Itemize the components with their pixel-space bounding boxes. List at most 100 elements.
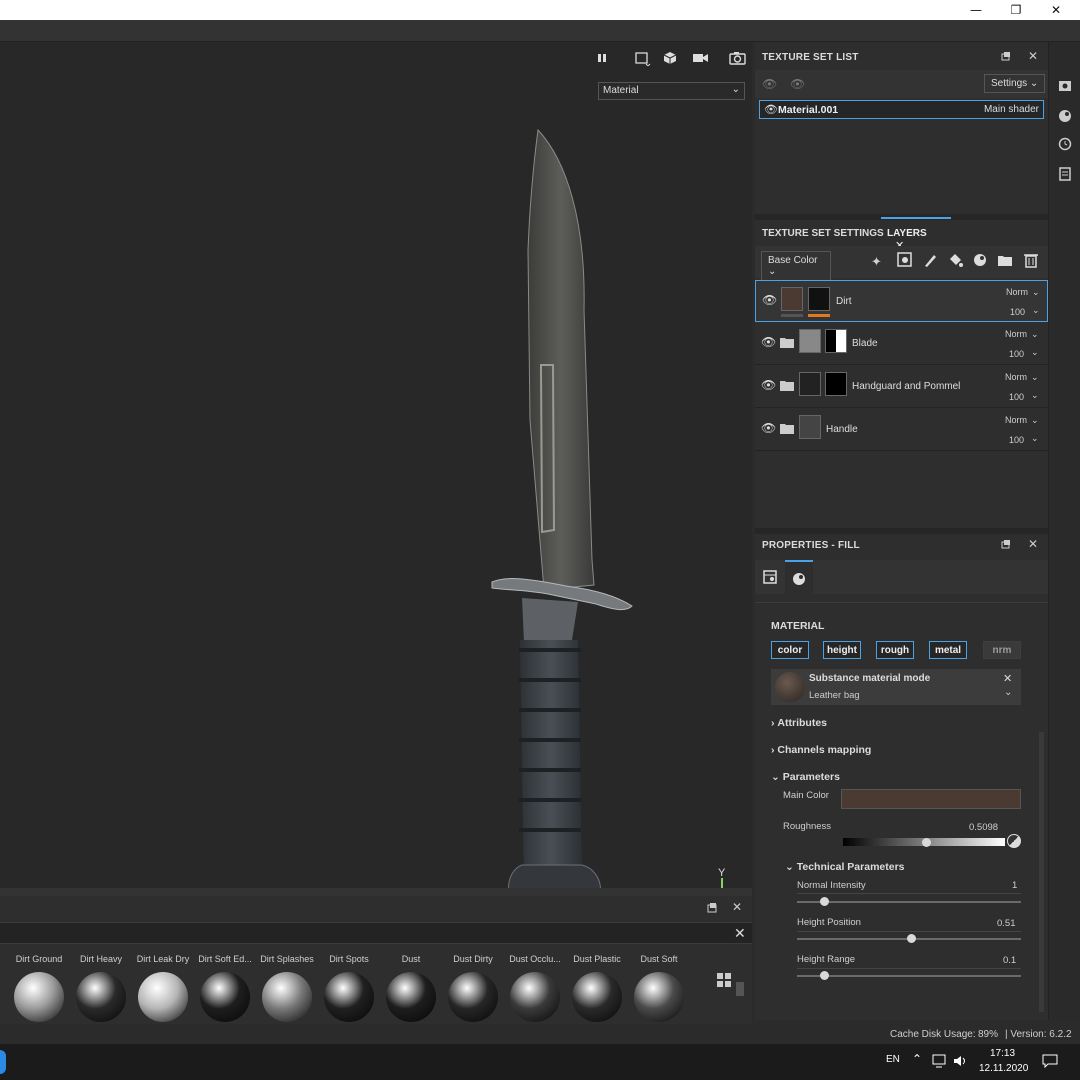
blend-mode[interactable]: Norm	[1005, 415, 1027, 425]
properties-scrollbar[interactable]	[1039, 732, 1044, 1012]
eye-icon[interactable]: 👁	[761, 421, 776, 435]
main-color-swatch[interactable]	[841, 789, 1021, 809]
clock-date[interactable]: 12.11.2020	[979, 1063, 1028, 1074]
blend-mode[interactable]: Norm	[1005, 329, 1027, 339]
close-shelf-icon[interactable]: ✕	[732, 900, 742, 914]
display-settings-icon[interactable]	[1049, 74, 1080, 98]
layer-opacity[interactable]: 100	[1009, 392, 1024, 402]
shelf-item-label: Dust	[401, 954, 421, 964]
blend-mode[interactable]: Norm	[1005, 372, 1027, 382]
eye-icon[interactable]: 👁	[790, 77, 805, 91]
height-range-value[interactable]: 0.1	[1003, 955, 1016, 966]
texture-set-toolbar: 👁 👁 Settings ⌄	[755, 70, 1048, 98]
layer-opacity[interactable]: 100	[1010, 307, 1025, 317]
2d-view-icon[interactable]	[632, 48, 654, 68]
mask-thumbnail[interactable]	[825, 372, 847, 396]
tab-layers[interactable]: LAYERS ✕	[881, 217, 951, 252]
paint-brush-icon[interactable]	[922, 252, 938, 271]
notifications-icon[interactable]	[1042, 1054, 1058, 1071]
layer-opacity[interactable]: 100	[1009, 435, 1024, 445]
fill-settings-icon[interactable]	[763, 570, 777, 587]
tab-texture-set-settings[interactable]: TEXTURE SET SETTINGS	[762, 228, 884, 239]
layer-opacity[interactable]: 100	[1009, 349, 1024, 359]
fill-bucket-icon[interactable]	[947, 252, 963, 271]
texture-set-item[interactable]: 👁 Material.001 Main shader	[759, 100, 1044, 119]
close-panel-icon[interactable]: ✕	[1028, 49, 1038, 63]
layer-row-handguard[interactable]: 👁 Handguard and Pommel Norm ⌄ 100 ⌄	[755, 366, 1048, 408]
layer-row-blade[interactable]: 👁 Blade Norm ⌄ 100 ⌄	[755, 323, 1048, 365]
layer-row-dirt[interactable]: 👁 Dirt Norm ⌄ 100 ⌄	[755, 280, 1048, 322]
clear-search-icon[interactable]: ✕	[734, 925, 746, 942]
chevron-down-icon: ⌄	[1031, 433, 1039, 443]
roughness-slider[interactable]	[843, 838, 1005, 847]
roughness-slider-handle[interactable]	[922, 838, 931, 847]
mask-thumbnail[interactable]	[825, 329, 847, 353]
grid-view-icon[interactable]	[716, 972, 732, 991]
volume-icon[interactable]	[953, 1054, 969, 1071]
channel-rough-toggle[interactable]: rough	[876, 641, 914, 659]
height-position-value[interactable]: 0.51	[997, 918, 1016, 929]
settings-dropdown[interactable]: Settings ⌄	[984, 74, 1046, 93]
undock-icon[interactable]	[1001, 540, 1011, 553]
texture-set-shader: Main shader	[983, 104, 1039, 115]
parameters-section[interactable]: ⌄ Parameters	[771, 771, 840, 783]
roughness-value[interactable]: 0.5098	[969, 822, 998, 833]
screenshot-camera-icon[interactable]	[727, 48, 749, 68]
substance-mode-label: Substance material mode	[809, 673, 931, 684]
normal-intensity-slider[interactable]	[797, 897, 1021, 906]
add-mask-icon[interactable]	[897, 252, 913, 271]
eye-icon[interactable]: 👁	[764, 103, 778, 116]
network-icon[interactable]	[932, 1054, 948, 1071]
smart-material-icon[interactable]	[972, 252, 988, 271]
trash-icon[interactable]	[1023, 252, 1039, 271]
clock-time[interactable]: 17:13	[990, 1048, 1015, 1059]
history-icon[interactable]	[1049, 132, 1080, 156]
substance-material-box[interactable]: Substance material mode Leather bag ✕ ⌄	[771, 669, 1021, 705]
restore-button[interactable]: ❐	[996, 0, 1036, 20]
taskbar-app-icon[interactable]	[0, 1050, 6, 1074]
normal-intensity-value[interactable]: 1	[1012, 880, 1017, 891]
close-window-button[interactable]: ✕	[1036, 0, 1076, 20]
close-panel-icon[interactable]: ✕	[1028, 537, 1038, 551]
eye-icon[interactable]: 👁	[762, 293, 777, 307]
channel-select[interactable]: Base Color ⌄	[761, 251, 831, 281]
chevron-down-icon[interactable]: ⌄	[1004, 687, 1012, 698]
height-position-slider[interactable]	[797, 934, 1021, 943]
shelf-search-bar[interactable]: ✕	[0, 922, 752, 944]
channel-color-toggle[interactable]: color	[771, 641, 809, 659]
channel-metal-toggle[interactable]: metal	[929, 641, 967, 659]
3d-cube-icon[interactable]	[660, 48, 682, 68]
shelf-scrollbar[interactable]	[736, 982, 744, 996]
pause-icon[interactable]	[591, 48, 613, 68]
magic-wand-icon[interactable]: ✦	[871, 254, 882, 270]
undock-icon[interactable]	[706, 902, 718, 914]
eye-icon[interactable]: 👁	[761, 335, 776, 349]
minimize-button[interactable]: —	[956, 0, 996, 20]
viewport-mode-select[interactable]: Material ⌄	[598, 82, 745, 100]
height-range-slider-handle[interactable]	[820, 971, 829, 980]
mask-thumbnail[interactable]	[808, 287, 830, 311]
undock-icon[interactable]	[1001, 52, 1011, 65]
attributes-section[interactable]: › Attributes	[771, 717, 827, 729]
channel-height-toggle[interactable]: height	[823, 641, 861, 659]
random-seed-icon[interactable]	[1007, 834, 1021, 848]
height-position-slider-handle[interactable]	[907, 934, 916, 943]
normal-intensity-slider-handle[interactable]	[820, 897, 829, 906]
height-range-slider[interactable]	[797, 971, 1021, 980]
channel-nrm-toggle[interactable]: nrm	[983, 641, 1021, 659]
blend-mode[interactable]: Norm	[1006, 287, 1028, 297]
log-icon[interactable]	[1049, 162, 1080, 186]
hide-eye-icon[interactable]: 👁	[762, 77, 777, 91]
layer-row-handle[interactable]: 👁 Handle Norm ⌄ 100 ⌄	[755, 409, 1048, 451]
folder-icon[interactable]	[997, 252, 1013, 271]
channels-mapping-section[interactable]: › Channels mapping	[771, 744, 871, 756]
remove-material-icon[interactable]: ✕	[1003, 672, 1012, 685]
eye-icon[interactable]: 👁	[761, 378, 776, 392]
3d-viewport[interactable]: Material ⌄ Y	[0, 42, 752, 911]
chevron-up-icon[interactable]: ⌃	[912, 1052, 922, 1066]
material-tab[interactable]	[785, 560, 813, 594]
technical-parameters-section[interactable]: ⌄ Technical Parameters	[785, 861, 905, 873]
shader-settings-icon[interactable]	[1049, 104, 1080, 128]
camera-video-icon[interactable]	[690, 48, 712, 68]
language-indicator[interactable]: EN	[886, 1054, 900, 1065]
